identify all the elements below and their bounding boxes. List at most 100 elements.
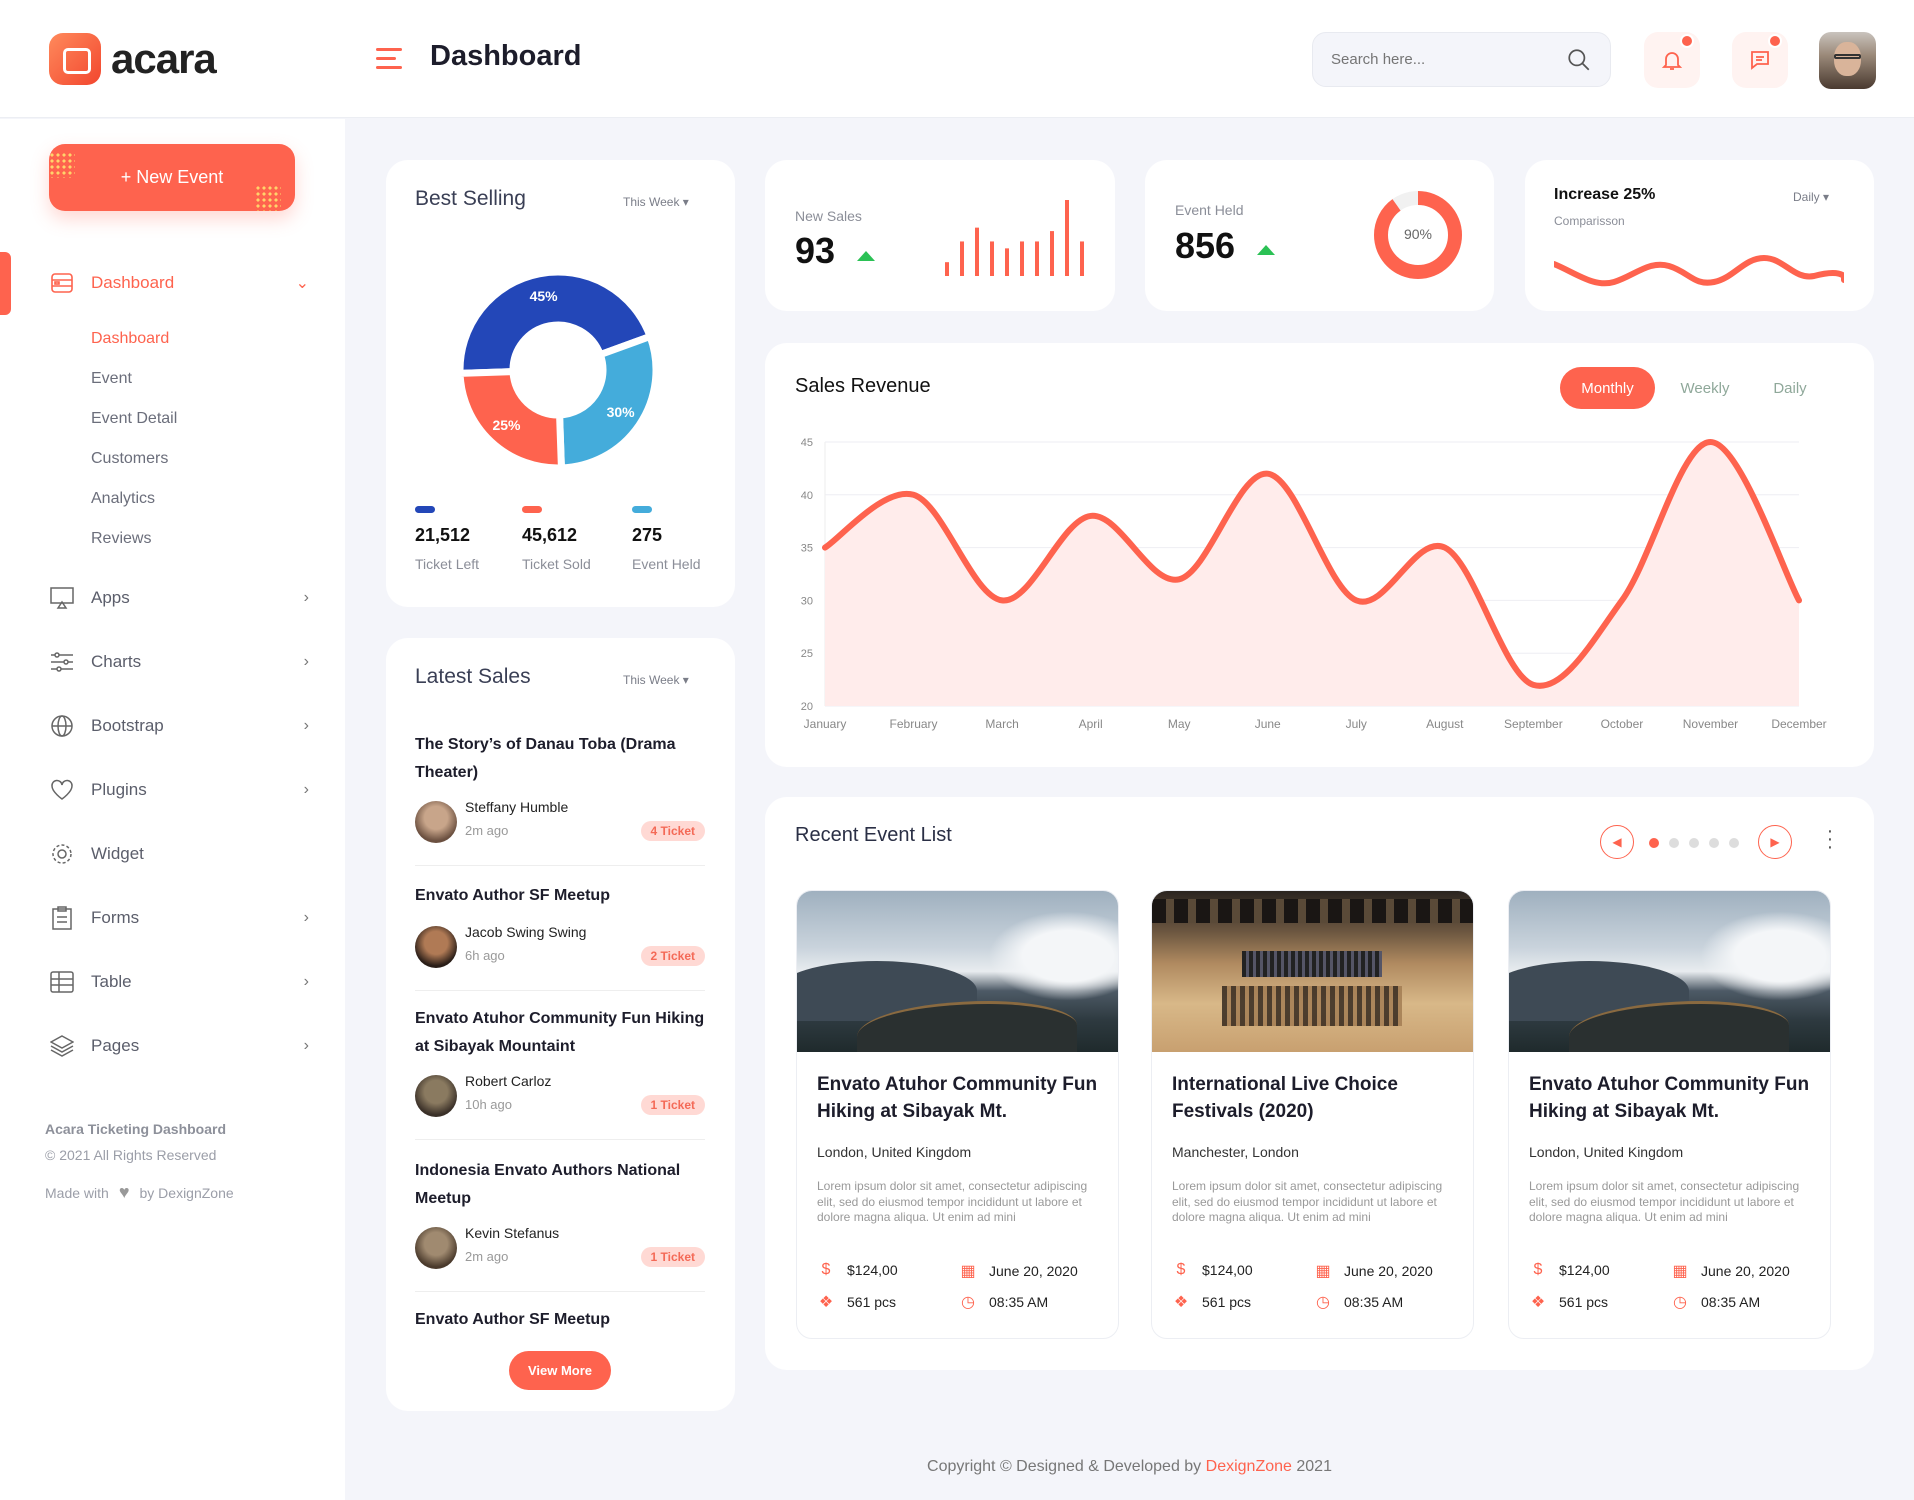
- latest-sale-item[interactable]: Indonesia Envato Authors National Meetup…: [415, 1157, 705, 1297]
- gear-icon: [49, 841, 75, 867]
- footer-text: Copyright © Designed & Developed by: [927, 1458, 1202, 1475]
- view-more-button[interactable]: View More: [509, 1351, 611, 1390]
- chevron-right-icon: ›: [303, 589, 309, 606]
- event-date: June 20, 2020: [1701, 1263, 1790, 1279]
- legend-swatch: [632, 506, 652, 513]
- ticket-icon: ❖: [1173, 1294, 1189, 1311]
- next-arrow-icon[interactable]: ▶: [1758, 825, 1792, 859]
- latest-sale-title[interactable]: Envato Author SF Meetup: [415, 1311, 610, 1329]
- search-input[interactable]: [1331, 51, 1566, 68]
- sidebar-item-label: Widget: [91, 844, 144, 863]
- footer-brand-link[interactable]: DexignZone: [1206, 1458, 1292, 1475]
- new-sales-label: New Sales: [795, 208, 862, 224]
- sidebar-item-plugins[interactable]: Plugins ›: [49, 770, 309, 810]
- donut-slice-label: 30%: [607, 404, 636, 420]
- best-selling-card: Best Selling This Week 45% 30% 25% 21,512 …: [386, 160, 735, 607]
- sidebar-item-widget[interactable]: Widget: [49, 834, 309, 874]
- latest-sale-item[interactable]: Envato Atuhor Community Fun Hiking at Si…: [415, 1005, 705, 1145]
- event-location: Manchester, London: [1172, 1144, 1299, 1160]
- chevron-right-icon: ›: [303, 717, 309, 734]
- page-footer: Copyright © Designed & Developed by Dexi…: [345, 1458, 1914, 1476]
- user-avatar[interactable]: [1819, 32, 1876, 89]
- clock-icon: ◷: [1673, 1294, 1687, 1311]
- divider: [415, 1291, 705, 1292]
- comparison-wave-line: [1554, 254, 1844, 287]
- more-options-icon[interactable]: · · ·: [1825, 821, 1835, 857]
- chevron-right-icon: ›: [303, 973, 309, 990]
- sidebar-item-charts[interactable]: Charts ›: [49, 642, 309, 682]
- monitor-icon: [49, 585, 75, 611]
- carousel-dot[interactable]: [1649, 838, 1659, 848]
- dollar-icon: $: [821, 1261, 831, 1278]
- best-selling-period-dropdown[interactable]: This Week: [623, 195, 689, 209]
- heart-icon: [49, 777, 75, 803]
- carousel-dot[interactable]: [1669, 838, 1679, 848]
- new-sales-bar: [945, 262, 949, 276]
- carousel-dot[interactable]: [1709, 838, 1719, 848]
- sidebar-item-pages[interactable]: Pages ›: [49, 1026, 309, 1066]
- new-sales-bar: [990, 241, 994, 276]
- sub-item-analytics[interactable]: Analytics: [91, 490, 155, 508]
- sidebar-item-forms[interactable]: Forms ›: [49, 898, 309, 938]
- customer-avatar: [415, 1075, 457, 1117]
- sidebar-footer-made: Made with ♥ by DexignZone: [45, 1182, 234, 1203]
- sub-item-event-detail[interactable]: Event Detail: [91, 410, 177, 428]
- sidebar-item-bootstrap[interactable]: Bootstrap ›: [49, 706, 309, 746]
- ticket-badge: 1 Ticket: [640, 1247, 705, 1267]
- sidebar-item-dashboard[interactable]: Dashboard ⌄: [49, 263, 309, 303]
- event-title[interactable]: International Live Choice Festivals (202…: [1172, 1071, 1462, 1125]
- new-sales-bar: [1050, 231, 1054, 276]
- latest-sale-item[interactable]: The Story’s of Danau Toba (Drama Theater…: [415, 731, 705, 871]
- sub-item-event[interactable]: Event: [91, 370, 132, 388]
- event-time: 08:35 AM: [989, 1294, 1049, 1310]
- new-event-button[interactable]: + New Event: [49, 144, 295, 211]
- new-sales-bar: [1005, 248, 1009, 276]
- customer-name: Kevin Stefanus: [465, 1225, 560, 1241]
- event-pcs: 561 pcs: [1202, 1294, 1252, 1310]
- clipboard-icon: [49, 905, 75, 931]
- logo[interactable]: acara: [49, 33, 217, 85]
- sidebar-item-table[interactable]: Table ›: [49, 962, 309, 1002]
- donut-slice-label: 45%: [530, 288, 559, 304]
- chevron-right-icon: ›: [303, 909, 309, 926]
- sub-item-reviews[interactable]: Reviews: [91, 530, 151, 548]
- event-card[interactable]: Envato Atuhor Community Fun Hiking at Si…: [1508, 890, 1831, 1339]
- event-title[interactable]: Envato Atuhor Community Fun Hiking at Si…: [817, 1071, 1107, 1125]
- layers-icon: [49, 1033, 75, 1059]
- ticket-badge: 1 Ticket: [640, 1095, 705, 1115]
- event-image-mountain: [1509, 891, 1830, 1052]
- sidebar-item-apps[interactable]: Apps ›: [49, 578, 309, 618]
- carousel-dot[interactable]: [1689, 838, 1699, 848]
- table-icon: [49, 969, 75, 995]
- increase-period-dropdown[interactable]: Daily: [1793, 190, 1829, 204]
- increase-subtitle: Comparisson: [1554, 214, 1625, 228]
- event-card[interactable]: International Live Choice Festivals (202…: [1151, 890, 1474, 1339]
- customer-name: Robert Carloz: [465, 1073, 552, 1089]
- event-description: Lorem ipsum dolor sit amet, consectetur …: [817, 1179, 1088, 1225]
- sidebar: + New Event Dashboard ⌄ Dashboard Event …: [0, 119, 345, 1500]
- stat-0: 21,512 Ticket Left: [415, 506, 479, 572]
- x-tick-label: May: [1168, 717, 1191, 731]
- latest-sale-item[interactable]: Envato Author SF Meetup Jacob Swing Swin…: [415, 882, 705, 1022]
- prev-arrow-icon[interactable]: ◀: [1600, 825, 1634, 859]
- latest-sales-period-dropdown[interactable]: This Week: [623, 673, 689, 687]
- new-sales-card: New Sales 93: [765, 160, 1115, 311]
- event-location: London, United Kingdom: [817, 1144, 972, 1160]
- messages-button[interactable]: [1732, 32, 1788, 88]
- sub-item-customers[interactable]: Customers: [91, 450, 168, 468]
- sidebar-footer-title: Acara Ticketing Dashboard: [45, 1121, 227, 1137]
- sub-item-dashboard[interactable]: Dashboard: [91, 330, 169, 348]
- event-card[interactable]: Envato Atuhor Community Fun Hiking at Si…: [796, 890, 1119, 1339]
- globe-icon: [49, 713, 75, 739]
- search-icon[interactable]: [1566, 47, 1592, 73]
- sliders-icon: [49, 649, 75, 675]
- increase-title: Increase 25%: [1554, 186, 1656, 203]
- event-title[interactable]: Envato Atuhor Community Fun Hiking at Si…: [1529, 1071, 1819, 1125]
- notifications-button[interactable]: [1644, 32, 1700, 88]
- dashboard-icon: [49, 270, 75, 296]
- carousel-dot[interactable]: [1729, 838, 1739, 848]
- clock-icon: ◷: [1316, 1294, 1330, 1311]
- hamburger-menu-icon[interactable]: [376, 48, 402, 70]
- chevron-right-icon: ›: [303, 1037, 309, 1054]
- logo-text: acara: [111, 35, 217, 82]
